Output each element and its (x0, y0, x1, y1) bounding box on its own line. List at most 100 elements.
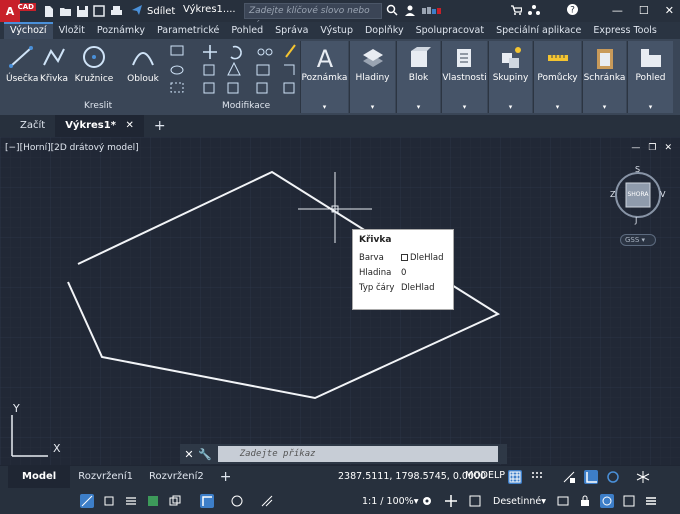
tab-specialni-aplikace[interactable]: Speciální aplikace (490, 22, 587, 39)
close-tab-icon[interactable]: ✕ (125, 120, 133, 131)
share-button[interactable]: Sdílet (131, 4, 175, 19)
connect-icon[interactable] (528, 4, 540, 19)
isometric-icon[interactable] (636, 470, 650, 484)
status-tools-right (556, 493, 658, 509)
layout-tab-1[interactable]: Rozvržení1 (70, 466, 141, 488)
draw-small-tools[interactable] (168, 43, 198, 100)
compass-south[interactable]: J (635, 216, 637, 225)
tab-poznamky[interactable]: Poznámky (91, 22, 151, 39)
command-customize-icon[interactable]: 🔧 (198, 448, 212, 461)
modify-tools[interactable] (202, 43, 298, 100)
drawing-viewport[interactable]: [−][Horní][2D drátový model] — ❐ ✕ SHORA… (0, 137, 680, 465)
clean-screen-icon[interactable] (622, 494, 636, 508)
annotation-button[interactable]: A Poznámka ▾ (300, 41, 348, 113)
groups-button[interactable]: Skupiny ▾ (488, 41, 532, 113)
tab-vystup[interactable]: Výstup (314, 22, 359, 39)
annotation-visibility-icon[interactable] (200, 494, 214, 508)
file-tab-drawing[interactable]: Výkres1* ✕ (55, 115, 144, 137)
send-icon (131, 4, 143, 19)
lock-ui-icon[interactable] (578, 494, 592, 508)
arc-tool-button[interactable]: Oblouk (124, 45, 162, 84)
lineweight-icon[interactable] (124, 494, 138, 508)
maximize-icon[interactable]: ☐ (639, 4, 649, 17)
object-snap-icon[interactable] (102, 494, 116, 508)
workspace-gear-icon[interactable] (420, 494, 434, 508)
ortho-icon[interactable] (584, 470, 598, 484)
open-folder-icon[interactable] (59, 5, 72, 18)
tab-parametricke[interactable]: Parametrické (151, 22, 225, 39)
new-file-icon[interactable] (42, 5, 55, 18)
save-as-icon[interactable] (93, 4, 106, 18)
tab-sprava[interactable]: Správa (269, 22, 314, 39)
model-space-toggle[interactable]: MODELP (465, 470, 505, 481)
block-button[interactable]: Blok ▾ (396, 41, 440, 113)
viewcube-top-label[interactable]: SHORA (627, 191, 649, 198)
selection-cycling-icon[interactable] (168, 494, 182, 508)
clipboard-icon (593, 45, 617, 74)
clipboard-button[interactable]: Schránka ▾ (582, 41, 626, 113)
add-layout-button[interactable]: + (212, 466, 240, 488)
transparency-icon[interactable] (146, 494, 160, 508)
text-icon: A (313, 45, 337, 74)
ucs-menu[interactable]: GSS ▾ (620, 234, 656, 246)
tab-vlozit[interactable]: Vložit (53, 22, 91, 39)
units-dropdown[interactable]: Desetinné ▾ (493, 493, 546, 509)
line-tool-button[interactable]: Úsečka (6, 45, 38, 84)
compass-west[interactable]: Z (610, 190, 615, 199)
graphics-performance-icon[interactable] (600, 494, 614, 508)
minimize-icon[interactable]: — (612, 4, 623, 17)
utilities-button[interactable]: Pomůcky ▾ (533, 41, 581, 113)
drawing-canvas[interactable] (0, 137, 680, 465)
user-icon[interactable] (404, 4, 416, 19)
search-icon[interactable] (386, 4, 398, 19)
command-close-icon[interactable]: ✕ (180, 448, 198, 461)
cart-icon[interactable] (510, 4, 523, 19)
layout-tab-2[interactable]: Rozvržení2 (141, 466, 212, 488)
coordinates-readout[interactable]: 2387.5111, 1798.5745, 0.0000 (338, 471, 486, 482)
viewport-close-icon[interactable]: ✕ (664, 143, 672, 153)
save-icon[interactable] (76, 5, 89, 18)
tab-pohled[interactable]: Pohled (225, 22, 269, 39)
view-button[interactable]: Pohled ▾ (627, 41, 673, 113)
new-tab-button[interactable]: + (144, 115, 176, 137)
app-logo[interactable]: A CAD (0, 0, 36, 22)
search-input[interactable]: Zadejte klíčové slovo nebo výraz (244, 3, 382, 30)
viewport-minimize-icon[interactable]: — (631, 143, 640, 153)
layers-button[interactable]: Hladiny ▾ (349, 41, 395, 113)
modify-panel-label[interactable]: Modifikace (222, 101, 270, 111)
tab-express-tools[interactable]: Express Tools (587, 22, 663, 39)
quick-properties-icon[interactable] (556, 494, 570, 508)
print-icon[interactable] (110, 5, 123, 18)
viewport-controls-label[interactable]: [−][Horní][2D drátový model] (5, 143, 139, 153)
annotation-scale-dropdown[interactable]: 1:1 / 100% ▾ (362, 493, 418, 509)
viewport-restore-icon[interactable]: ❐ (648, 143, 656, 153)
properties-button[interactable]: Vlastnosti ▾ (441, 41, 487, 113)
file-tabs: Začít Výkres1* ✕ + (0, 115, 680, 137)
compass-north[interactable]: S (635, 165, 640, 174)
snap-icon[interactable] (530, 470, 544, 484)
gizmo-icon[interactable] (230, 494, 244, 508)
layout-tab-model[interactable]: Model (8, 466, 71, 488)
command-input[interactable]: Zadejte příkaz (217, 446, 498, 462)
circle-tool-button[interactable]: Kružnice (74, 45, 114, 84)
file-tab-start[interactable]: Začít (10, 115, 55, 137)
isolate-icon[interactable] (468, 494, 482, 508)
tab-spolupracovat[interactable]: Spolupracovat (410, 22, 491, 39)
annotation-scale-icon[interactable] (260, 494, 274, 508)
polyline-tool-button[interactable]: Křivka (38, 45, 70, 84)
ribbon-tabs: Výchozí Vložit Poznámky Parametrické Poh… (0, 22, 680, 39)
dynamic-input-icon[interactable] (562, 470, 576, 484)
tab-doplnky[interactable]: Doplňky (359, 22, 410, 39)
customization-menu-icon[interactable] (644, 494, 658, 508)
grid-icon[interactable] (508, 470, 522, 484)
draw-panel-label[interactable]: Kreslit (84, 101, 112, 111)
help-icon[interactable]: ? (566, 3, 579, 19)
object-snap-tracking-icon[interactable] (80, 494, 94, 508)
polar-tracking-icon[interactable] (606, 470, 620, 484)
plus-icon[interactable] (444, 494, 458, 508)
ucs-y-label: Y (13, 402, 20, 415)
compass-east[interactable]: V (660, 190, 665, 199)
close-icon[interactable]: ✕ (665, 4, 674, 17)
tab-vychozi[interactable]: Výchozí (4, 22, 53, 39)
quick-access-toolbar (42, 4, 123, 18)
